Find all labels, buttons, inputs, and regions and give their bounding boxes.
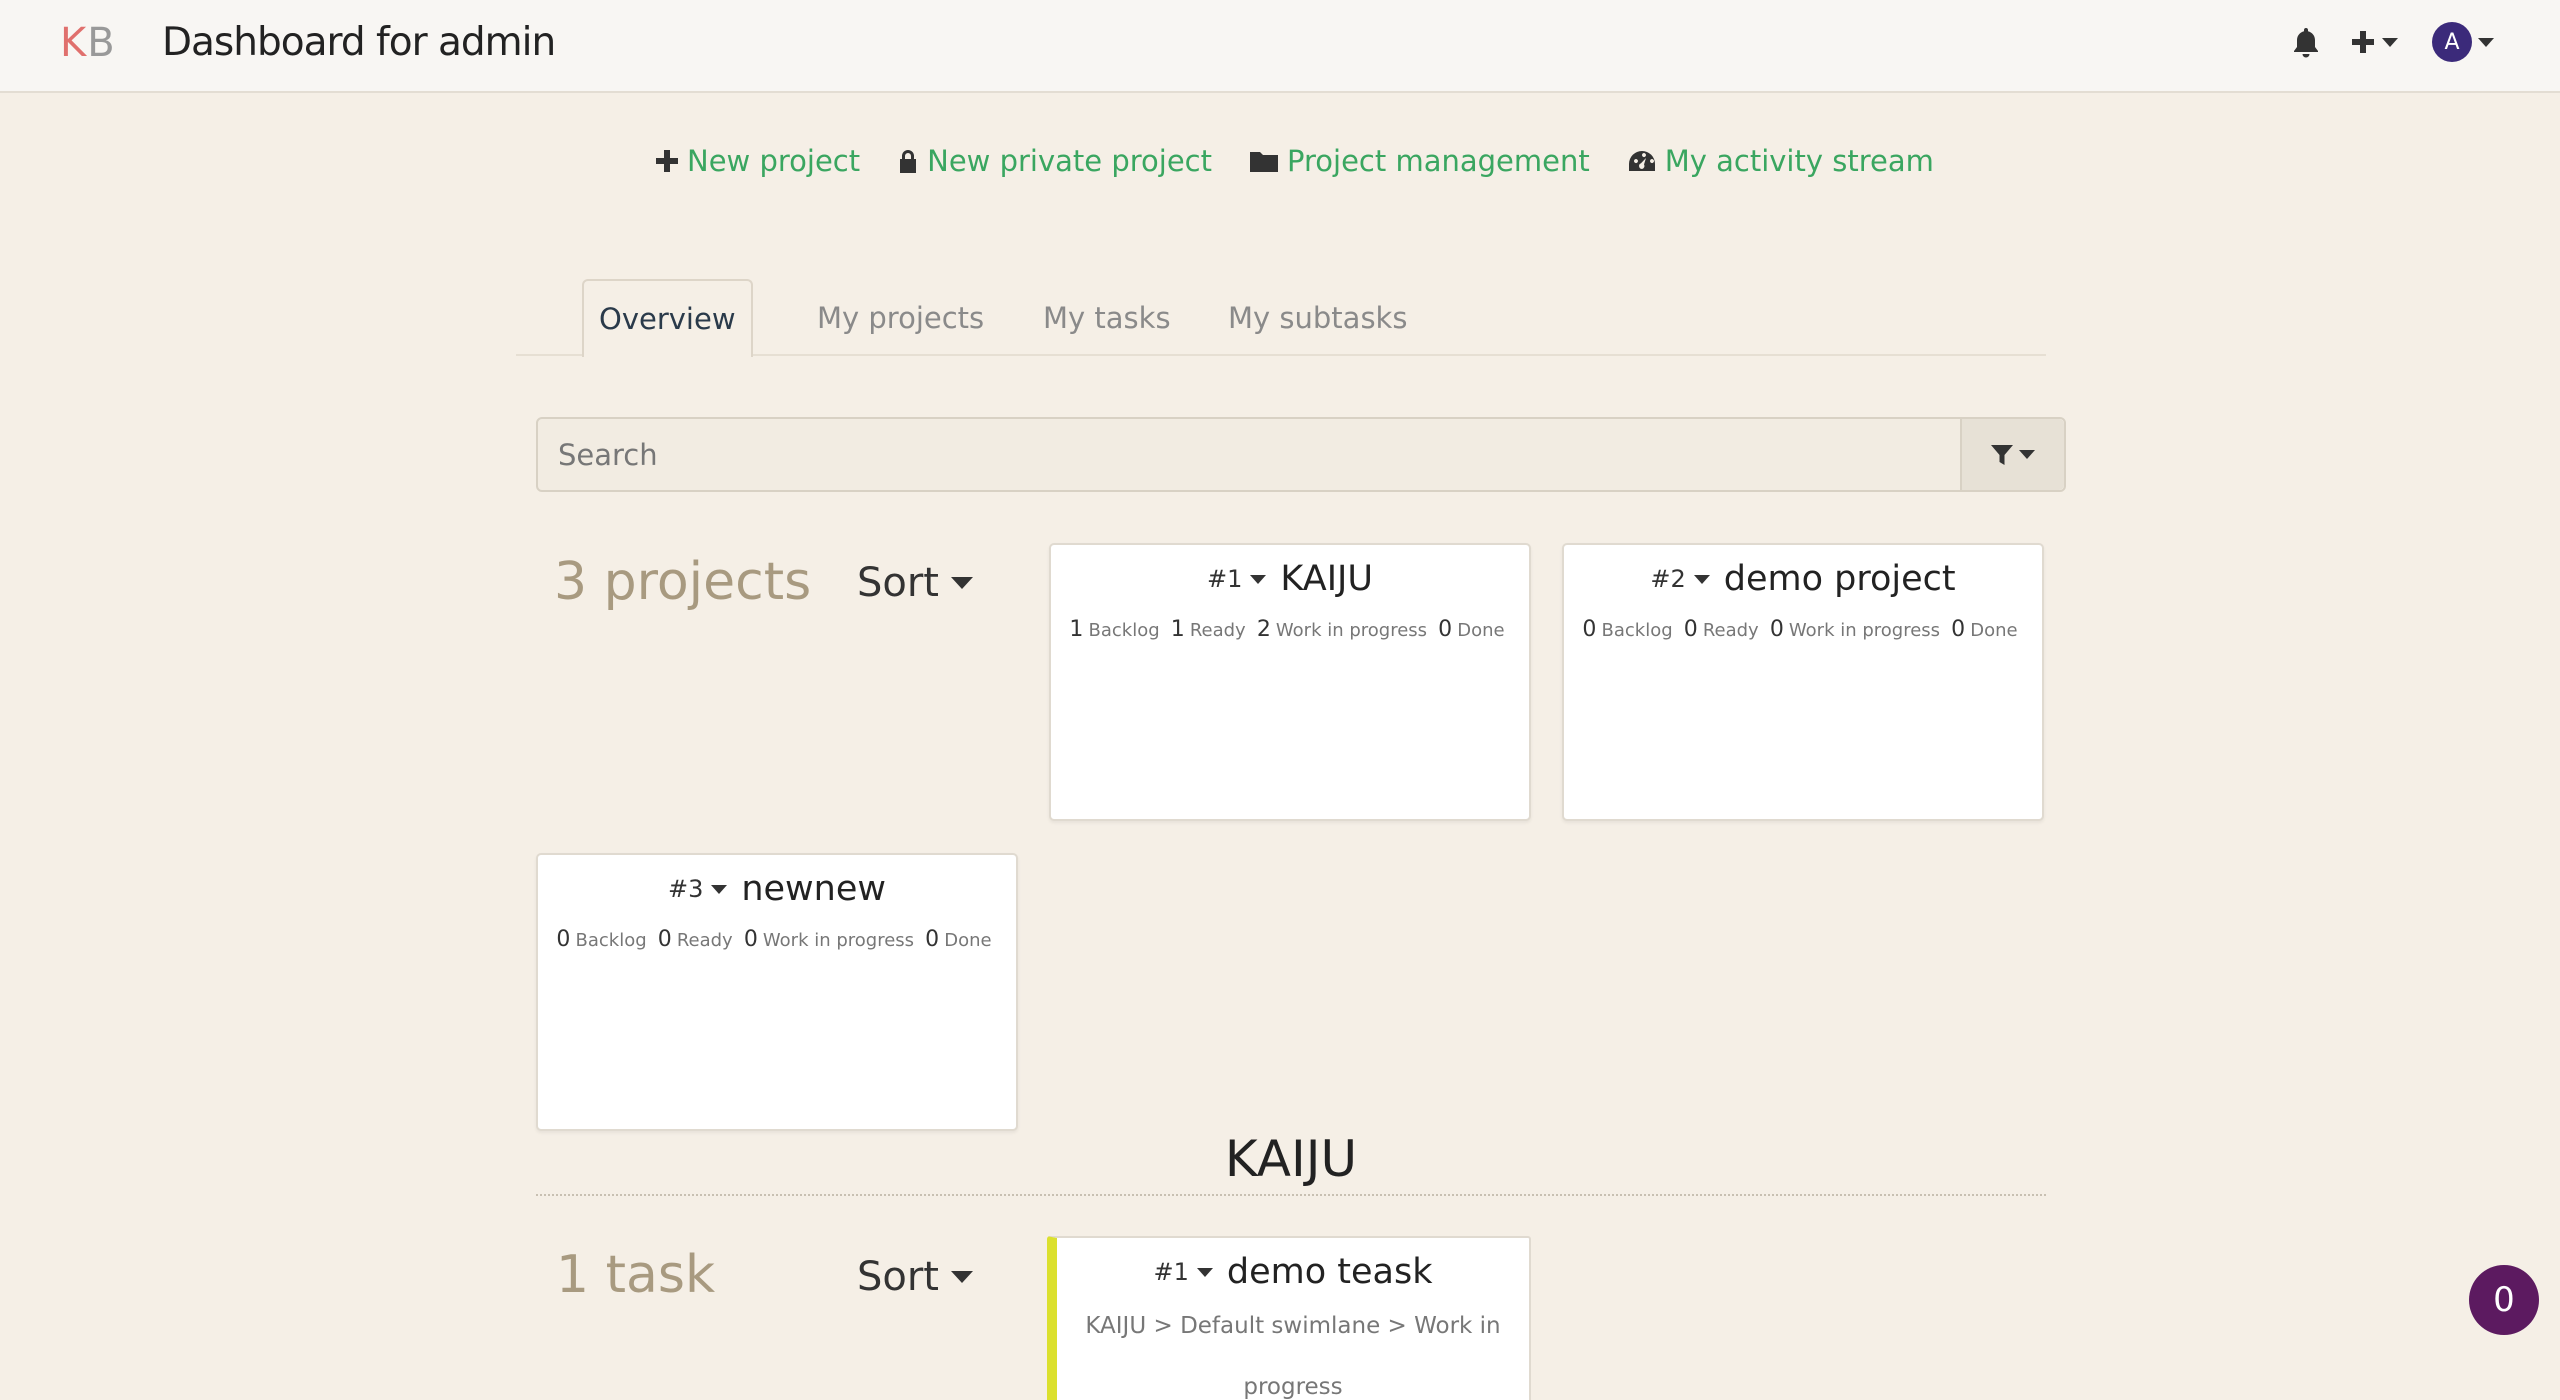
- stat-label: Work in progress: [762, 930, 915, 951]
- filter-dropdown-button[interactable]: [1960, 419, 2064, 490]
- stat-value: 0: [1683, 617, 1698, 642]
- stat-value: 0: [1769, 617, 1784, 642]
- stat-label: Work in progress: [1788, 620, 1941, 641]
- new-private-project-label: New private project: [927, 144, 1212, 178]
- tasks-count: 1 task: [556, 1245, 716, 1305]
- new-project-link[interactable]: New project: [656, 144, 860, 178]
- new-project-label: New project: [687, 144, 861, 178]
- stat-label: Backlog: [1601, 620, 1673, 641]
- project-id: #2: [1650, 565, 1686, 593]
- project-card[interactable]: #2 demo project 0 Backlog 0 Ready 0 Work…: [1562, 543, 2044, 821]
- stat-value: 1: [1170, 617, 1185, 642]
- project-card[interactable]: #3 newnew 0 Backlog 0 Ready 0 Work in pr…: [536, 853, 1018, 1131]
- tab-my-tasks[interactable]: My tasks: [1043, 280, 1171, 356]
- task-path: KAIJU > Default swimlane > Work in progr…: [1085, 1313, 1501, 1400]
- task-name-link[interactable]: demo teask: [1227, 1252, 1433, 1292]
- activity-stream-link[interactable]: My activity stream: [1628, 144, 1934, 178]
- tasks-sort-button[interactable]: Sort: [857, 1254, 973, 1300]
- project-stats: 0 Backlog 0 Ready 0 Work in progress 0 D…: [538, 927, 1016, 952]
- stat-value: 0: [743, 927, 758, 952]
- stat-label: Done: [1457, 620, 1505, 641]
- plus-icon: [656, 150, 678, 172]
- lock-icon: [898, 149, 918, 173]
- stat-value: 0: [1582, 617, 1597, 642]
- stat-value: 1: [1069, 617, 1084, 642]
- project-name-link[interactable]: newnew: [741, 869, 886, 909]
- chevron-down-icon: [2382, 37, 2398, 47]
- chevron-down-icon: [951, 1271, 973, 1283]
- project-id: #3: [667, 875, 704, 903]
- project-stats: 0 Backlog 0 Ready 0 Work in progress 0 D…: [1564, 617, 2042, 642]
- stat-value: 2: [1256, 617, 1271, 642]
- chevron-down-icon: [2478, 37, 2494, 47]
- tab-my-projects[interactable]: My projects: [817, 280, 984, 356]
- bell-icon: [2294, 28, 2318, 58]
- project-stats: 1 Backlog 1 Ready 2 Work in progress 0 D…: [1051, 617, 1529, 642]
- sort-label: Sort: [857, 1254, 939, 1300]
- project-id: #1: [1207, 565, 1243, 593]
- section-title: KAIJU: [1224, 1130, 1358, 1188]
- filter-icon: [1991, 444, 2013, 465]
- chevron-down-icon: [951, 577, 973, 589]
- notification-badge[interactable]: 0: [2469, 1265, 2539, 1335]
- search-input[interactable]: [538, 419, 1960, 490]
- chevron-down-icon: [1250, 574, 1267, 584]
- project-id-dropdown[interactable]: #1: [1207, 565, 1280, 593]
- stat-label: Backlog: [575, 930, 647, 951]
- stat-value: 0: [1951, 617, 1966, 642]
- add-menu-button[interactable]: [2350, 22, 2398, 62]
- stat-value: 0: [657, 927, 672, 952]
- tab-overview[interactable]: Overview: [582, 279, 753, 357]
- stat-label: Done: [1970, 620, 2018, 641]
- page-title: Dashboard for admin: [162, 20, 556, 65]
- project-name-link[interactable]: demo project: [1724, 559, 1956, 599]
- kb-logo[interactable]: KB: [60, 20, 116, 66]
- project-management-label: Project management: [1287, 144, 1590, 178]
- stat-value: 0: [925, 927, 940, 952]
- projects-count: 3 projects: [554, 552, 812, 612]
- dashboard-actions: New project New private project Project …: [656, 144, 1972, 178]
- stat-label: Backlog: [1088, 620, 1160, 641]
- stat-label: Ready: [1189, 620, 1246, 641]
- chevron-down-icon: [2019, 450, 2035, 459]
- chevron-down-icon: [1196, 1267, 1213, 1277]
- plus-icon: [2352, 31, 2374, 53]
- chevron-down-icon: [1693, 574, 1710, 584]
- tab-my-subtasks[interactable]: My subtasks: [1228, 280, 1407, 356]
- task-id: #1: [1153, 1258, 1189, 1286]
- user-menu-button[interactable]: A: [2432, 22, 2494, 62]
- logo-letter-b: B: [87, 20, 116, 66]
- dashboard-icon: [1628, 149, 1656, 173]
- stat-value: 0: [556, 927, 571, 952]
- stat-label: Work in progress: [1275, 620, 1428, 641]
- project-card[interactable]: #1 KAIJU 1 Backlog 1 Ready 2 Work in pro…: [1049, 543, 1531, 821]
- projects-sort-button[interactable]: Sort: [857, 560, 973, 606]
- top-header: KB Dashboard for admin A: [0, 0, 2560, 93]
- chevron-down-icon: [711, 884, 728, 894]
- notifications-button[interactable]: [2292, 22, 2320, 62]
- task-card[interactable]: #1 demo teask KAIJU > Default swimlane >…: [1047, 1236, 1531, 1400]
- folder-icon: [1250, 150, 1278, 172]
- project-name-link[interactable]: KAIJU: [1280, 559, 1373, 599]
- sort-label: Sort: [857, 560, 939, 606]
- new-private-project-link[interactable]: New private project: [898, 144, 1212, 178]
- task-id-dropdown[interactable]: #1: [1154, 1258, 1227, 1286]
- stat-label: Ready: [676, 930, 733, 951]
- stat-label: Ready: [1702, 620, 1759, 641]
- stat-value: 0: [1438, 617, 1453, 642]
- project-management-link[interactable]: Project management: [1250, 144, 1590, 178]
- logo-letter-k: K: [60, 20, 88, 66]
- avatar: A: [2432, 22, 2472, 62]
- search-bar: [536, 417, 2066, 492]
- project-id-dropdown[interactable]: #3: [668, 875, 741, 903]
- section-divider: [536, 1194, 2046, 1196]
- project-id-dropdown[interactable]: #2: [1650, 565, 1723, 593]
- stat-label: Done: [944, 930, 992, 951]
- activity-stream-label: My activity stream: [1664, 144, 1934, 178]
